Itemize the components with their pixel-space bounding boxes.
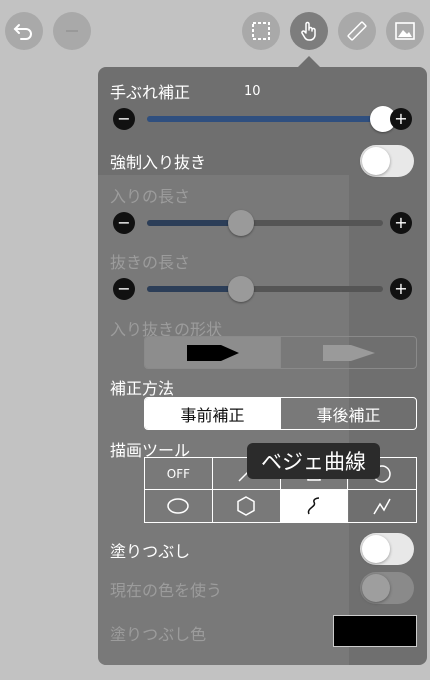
use-current-color-toggle-knob (362, 574, 390, 602)
out-length-slider[interactable] (147, 286, 383, 292)
use-current-color-toggle[interactable] (360, 572, 414, 604)
fill-color-swatch[interactable] (333, 615, 417, 647)
ellipse-icon (167, 498, 190, 514)
stabilizer-label: 手ぶれ補正 (110, 83, 191, 102)
draw-tool-tooltip: ベジェ曲線 (247, 443, 380, 479)
blank-icon (66, 30, 78, 32)
out-length-slider-fill (147, 286, 242, 292)
correction-selector: 事前補正 事後補正 (144, 397, 417, 430)
in-length-slider-fill (147, 220, 242, 226)
taper-toggle-knob (362, 147, 390, 175)
hexagon-icon (237, 496, 255, 516)
undo-icon (13, 24, 32, 40)
draw-tool-ellipse[interactable] (145, 490, 213, 522)
fill-label: 塗りつぶし (110, 542, 191, 561)
image-icon (395, 22, 415, 40)
use-current-color-label: 現在の色を使う (110, 581, 223, 600)
stabilizer-slider-fill (147, 116, 383, 122)
stroke-settings-panel: 手ぶれ補正 10 − + 強制入り抜き 入りの長さ − + 抜きの長さ − + … (98, 67, 427, 665)
in-length-minus-button[interactable]: − (113, 212, 135, 234)
taper-shape-option-sharp[interactable] (145, 337, 280, 368)
correction-label: 補正方法 (110, 379, 175, 398)
image-button[interactable] (386, 12, 424, 50)
draw-tool-polygon[interactable] (213, 490, 281, 522)
correction-option-pre[interactable]: 事前補正 (145, 398, 280, 429)
fill-toggle[interactable] (360, 533, 414, 565)
in-length-plus-button[interactable]: + (390, 212, 412, 234)
out-length-label: 抜きの長さ (110, 253, 191, 272)
hand-touch-icon (301, 21, 316, 41)
disabled-button[interactable] (53, 12, 91, 50)
correction-option-post[interactable]: 事後補正 (280, 398, 416, 429)
draw-tool-polyline[interactable] (348, 490, 416, 522)
soft-taper-icon (322, 344, 375, 361)
sharp-taper-icon (186, 344, 239, 361)
ruler-button[interactable] (338, 12, 376, 50)
draw-tool-off[interactable]: OFF (145, 458, 213, 490)
selection-icon (252, 22, 270, 40)
stabilizer-tool-button[interactable] (290, 12, 328, 50)
taper-toggle[interactable] (360, 145, 414, 177)
taper-shape-option-soft[interactable] (280, 337, 416, 368)
undo-button[interactable] (5, 12, 43, 50)
out-length-plus-button[interactable]: + (390, 278, 412, 300)
out-length-minus-button[interactable]: − (113, 278, 135, 300)
in-length-slider[interactable] (147, 220, 383, 226)
stabilizer-minus-button[interactable]: − (113, 108, 135, 130)
stabilizer-value: 10 (244, 84, 261, 99)
bezier-curve-icon (307, 497, 319, 515)
draw-tool-bezier[interactable] (280, 490, 349, 522)
taper-label: 強制入り抜き (110, 153, 207, 172)
polyline-icon (373, 498, 391, 515)
fill-color-label: 塗りつぶし色 (110, 625, 207, 644)
fill-toggle-knob (362, 535, 390, 563)
selection-button[interactable] (242, 12, 280, 50)
stabilizer-slider[interactable] (147, 116, 383, 122)
stabilizer-plus-button[interactable]: + (390, 108, 412, 130)
ruler-icon (347, 21, 367, 41)
taper-shape-selector (144, 336, 417, 369)
in-length-label: 入りの長さ (110, 187, 191, 206)
